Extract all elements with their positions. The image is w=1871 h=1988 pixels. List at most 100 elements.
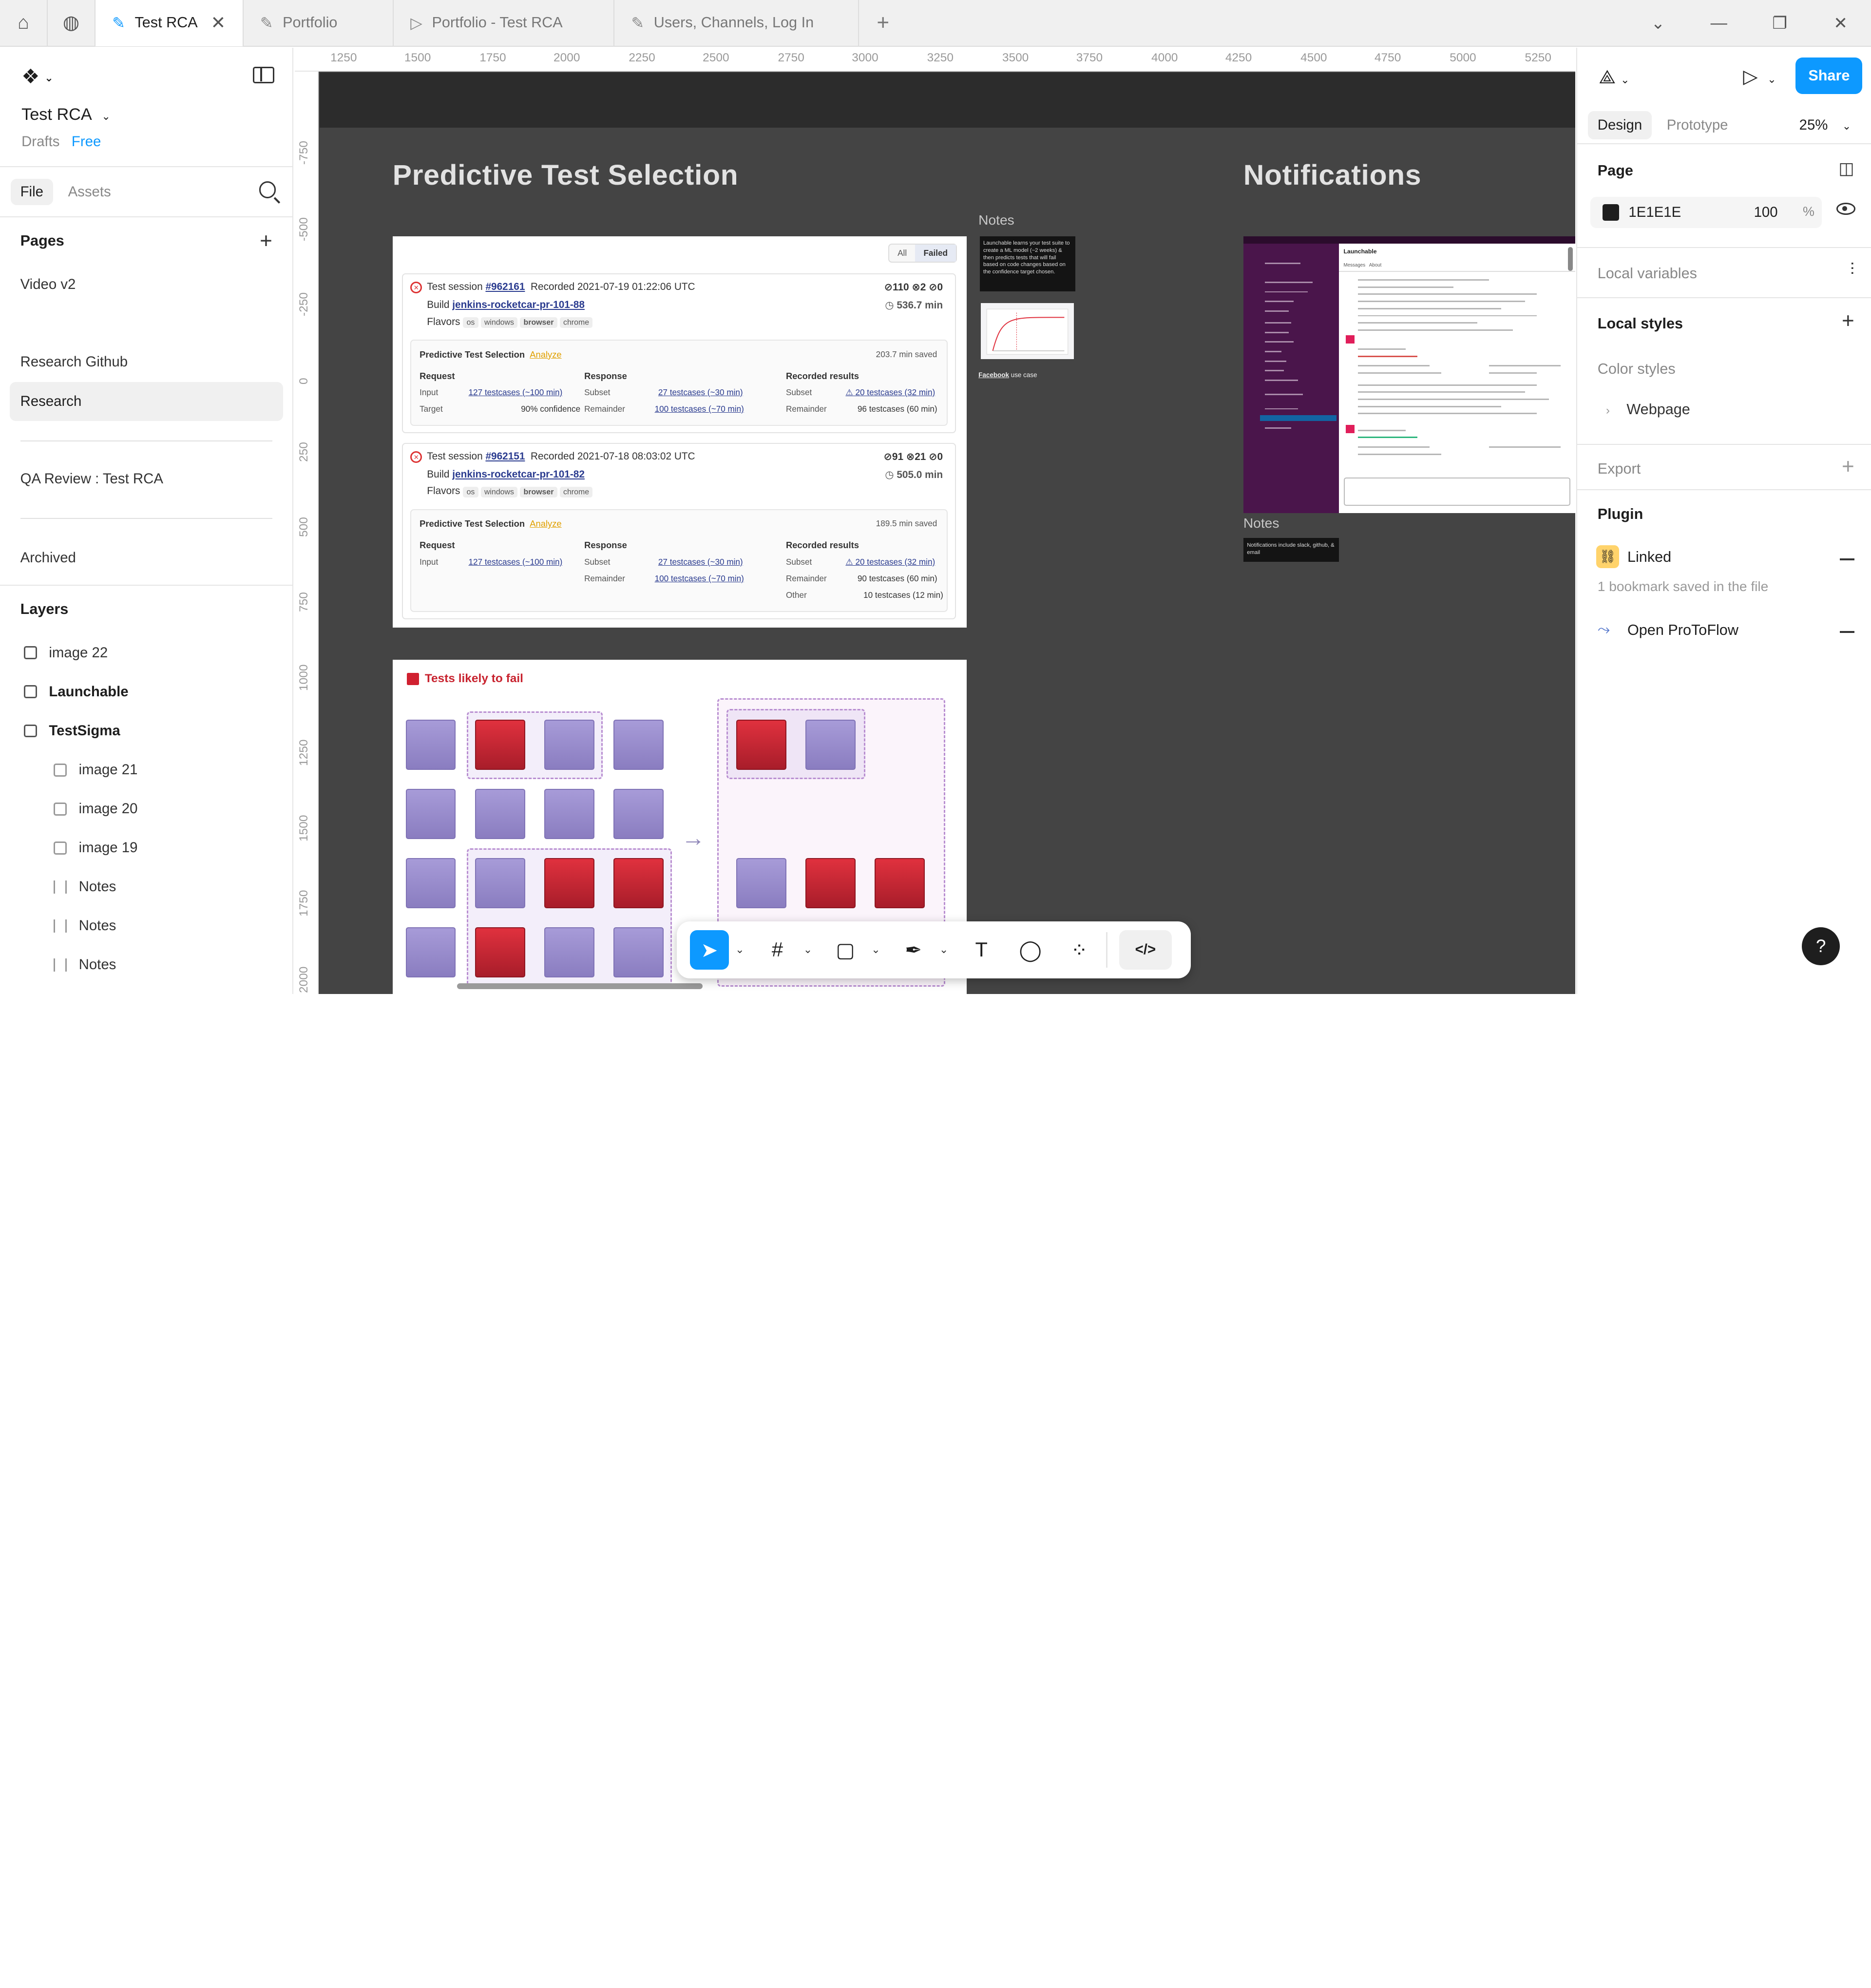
pts-screenshot[interactable]: All Failed × Test session #962161 Recorde… (392, 236, 967, 628)
help-button[interactable]: ? (1801, 927, 1840, 966)
toolbar-divider (1106, 932, 1107, 968)
color-swatch[interactable] (1602, 204, 1619, 221)
sidebar-toggle-icon[interactable] (253, 67, 275, 84)
globe-icon[interactable]: ◍ (48, 0, 95, 46)
local-variables-section[interactable]: Local variables ⫶ (1577, 248, 1871, 299)
chevron-down-icon[interactable]: ⌄ (933, 943, 955, 956)
style-group-webpage[interactable]: › Webpage (1606, 401, 1690, 418)
frame-title-notifications[interactable]: Notifications (1243, 159, 1421, 191)
layer-row[interactable]: Notes (24, 945, 292, 984)
zoom-level[interactable]: 25% ⌄ (1799, 117, 1852, 134)
chevron-down-icon[interactable]: ⌄ (797, 943, 819, 956)
page-item[interactable]: Research Github (10, 343, 283, 382)
tab-design[interactable]: Design (1588, 111, 1652, 140)
present-play-icon[interactable]: ▷ ⌄ (1743, 66, 1776, 88)
layer-row[interactable]: image 19 (24, 828, 292, 867)
page-settings-icon[interactable]: ◫ (1838, 159, 1854, 178)
eye-icon[interactable] (1836, 203, 1855, 215)
minus-icon[interactable] (1840, 558, 1854, 560)
cell: Remainder (785, 404, 827, 414)
chevron-down-icon[interactable]: ⌄ (865, 943, 886, 956)
tab-file[interactable]: File (11, 179, 53, 205)
text-block-icon (54, 958, 67, 972)
page-header: Page (1597, 162, 1633, 179)
chevron-down-icon[interactable]: ⌄ (729, 943, 750, 956)
test-square-fail (475, 927, 525, 977)
plan-badge[interactable]: Free (72, 134, 101, 150)
multiplayer-tools-icon[interactable]: ⟁ ⌄ (1599, 67, 1629, 88)
close-window-icon[interactable]: ✕ (1810, 0, 1871, 47)
pts-label: Predictive Test Selection Analyze (420, 349, 562, 360)
layer-row[interactable]: image 20 (24, 789, 292, 828)
color-hex[interactable]: 1E1E1E (1628, 204, 1681, 221)
file-name[interactable]: Test RCA ⌄ (21, 105, 111, 124)
tab-users-channels[interactable]: ✎ Users, Channels, Log In (614, 0, 859, 46)
opacity-value[interactable]: 100 (1754, 204, 1778, 221)
frame-tool-hash-icon[interactable]: # (758, 930, 797, 970)
image-icon (54, 841, 67, 855)
tab-test-rca[interactable]: ✎ Test RCA ✕ (95, 0, 244, 46)
local-variables-label[interactable]: Local variables (1598, 265, 1697, 282)
layer-row[interactable]: Launchable (23, 672, 292, 711)
page-item[interactable]: Video v2 (10, 265, 283, 305)
rectangle-tool-icon[interactable]: ▢ (826, 930, 865, 970)
close-icon[interactable]: ✕ (211, 12, 226, 33)
minimize-icon[interactable]: — (1688, 0, 1749, 47)
tab-portfolio-test-rca[interactable]: ▷ Portfolio - Test RCA (394, 0, 615, 46)
horizontal-scrollbar[interactable] (457, 983, 703, 990)
home-icon[interactable]: ⌂ (0, 0, 48, 46)
comment-tool-icon[interactable]: ◯ (1011, 930, 1050, 970)
new-tab-plus-icon[interactable]: + (859, 0, 907, 46)
pen-tool-icon[interactable]: ✒ (894, 930, 933, 970)
layer-row[interactable]: image 22 (23, 633, 292, 672)
page-item[interactable]: QA Review : Test RCA (10, 459, 283, 499)
move-tool-cursor-icon[interactable]: ➤ (689, 930, 729, 970)
notes-label[interactable]: Notes (978, 212, 1014, 228)
variables-sliders-icon[interactable]: ⫶ (1850, 260, 1854, 279)
chevron-right-icon: › (1605, 403, 1610, 417)
dev-mode-code-icon[interactable]: </> (1119, 930, 1172, 970)
page-divider (20, 517, 272, 519)
vertical-scrollbar[interactable] (1567, 247, 1573, 271)
layer-row[interactable]: TestSigma (23, 711, 292, 750)
page-item-selected[interactable]: Research (9, 382, 283, 421)
note-card[interactable]: Notifications include slack, github, & e… (1243, 538, 1339, 562)
ruler-tick: 0 (297, 377, 310, 384)
actions-tool-icon[interactable]: ⁘ (1060, 930, 1099, 970)
note-card[interactable]: Launchable learns your test suite to cre… (979, 236, 1075, 291)
add-style-icon[interactable]: + (1842, 309, 1854, 333)
add-export-icon[interactable]: + (1842, 455, 1854, 479)
msg-line (1357, 429, 1406, 431)
plugin-protoflow-label[interactable]: Open ProToFlow (1627, 622, 1738, 639)
restore-icon[interactable]: ❐ (1749, 0, 1810, 47)
layer-row[interactable]: Notes (24, 867, 292, 906)
layer-row[interactable]: image 21 (24, 750, 292, 789)
text-tool-icon[interactable]: T (962, 930, 1001, 970)
page-item[interactable]: Archived (10, 538, 283, 577)
figma-window: ⌂ ◍ ✎ Test RCA ✕ ✎ Portfolio ▷ Portfolio… (0, 0, 1871, 994)
project-location[interactable]: Drafts Free (21, 134, 101, 150)
minus-icon[interactable] (1840, 631, 1854, 633)
figma-menu-icon[interactable]: ❖ ⌄ (21, 64, 54, 88)
plugin-linked-label[interactable]: Linked (1627, 549, 1671, 566)
design-canvas[interactable]: 1250 1500 1750 2000 2250 2500 2750 3000 … (294, 47, 1575, 994)
tab-portfolio[interactable]: ✎ Portfolio (244, 0, 394, 46)
layer-row[interactable]: Notes (24, 906, 292, 945)
sidebar-line (1264, 394, 1303, 396)
test-square-pass (613, 719, 664, 770)
slack-sidebar (1243, 243, 1339, 514)
chevron-down-icon[interactable]: ⌄ (1627, 0, 1688, 47)
frame-title-pts[interactable]: Predictive Test Selection (393, 159, 739, 191)
sidebar-line (1264, 291, 1308, 293)
share-button[interactable]: Share (1795, 57, 1863, 95)
notes-label[interactable]: Notes (1243, 516, 1279, 531)
mini-chart-thumbnail[interactable] (981, 303, 1074, 360)
search-icon[interactable] (259, 181, 276, 198)
add-page-icon[interactable]: + (260, 229, 272, 253)
page-background-field[interactable]: 1E1E1E 100 % (1590, 197, 1822, 228)
tab-prototype[interactable]: Prototype (1657, 111, 1737, 139)
msg-line (1357, 322, 1477, 324)
slack-notification-screenshot[interactable]: Launchable Messages About (1243, 236, 1575, 514)
ruler-tick: 4750 (1374, 51, 1401, 65)
tab-assets[interactable]: Assets (58, 179, 120, 205)
